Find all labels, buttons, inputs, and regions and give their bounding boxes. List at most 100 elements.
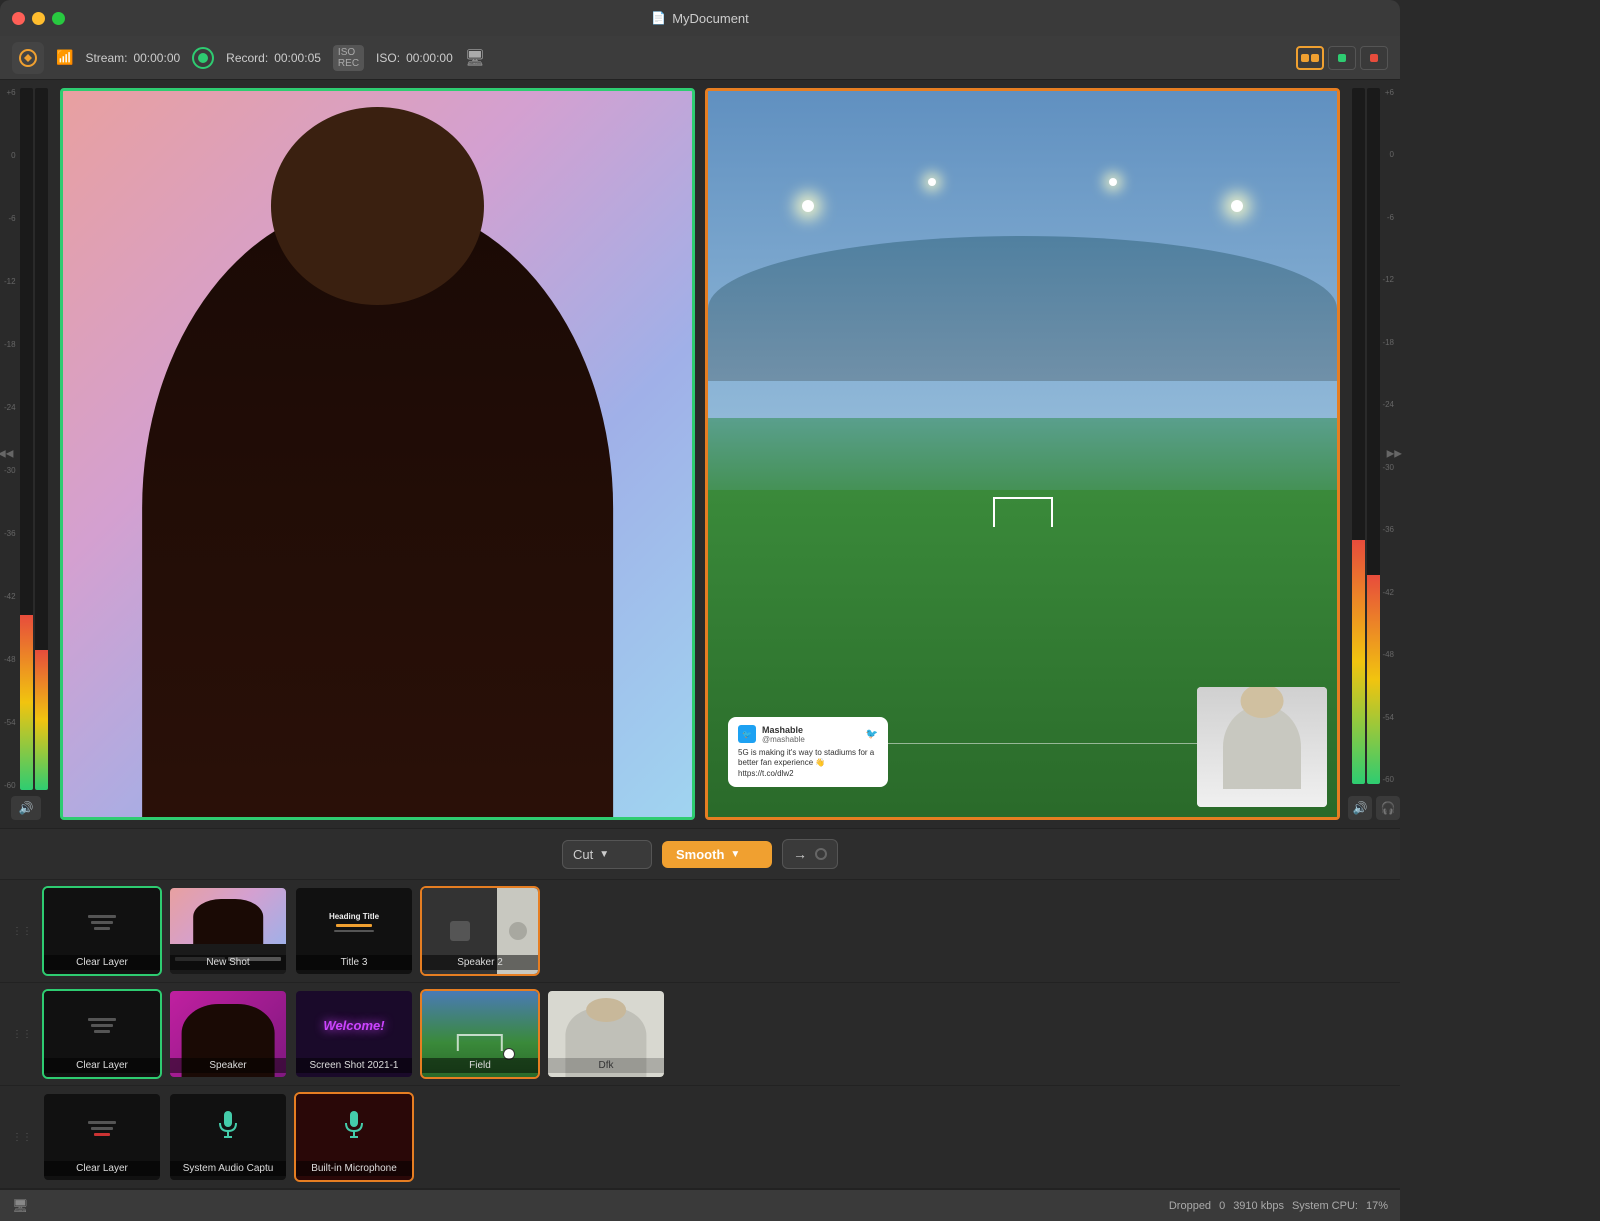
status-bar: 🖥 Dropped 0 3910 kbps System CPU: 17% <box>0 1189 1400 1221</box>
pvw-bg: 🐦 Mashable @mashable 🐦 5G is making it's… <box>708 91 1337 817</box>
toolbar-right <box>1296 46 1388 70</box>
person-body <box>142 200 614 817</box>
scene-card-new-shot[interactable]: New Shot <box>168 886 288 976</box>
row-handle-1[interactable]: ⋮⋮ <box>8 926 36 937</box>
vol-headphone-right[interactable]: 🎧 <box>1376 796 1400 820</box>
tweet-text: 5G is making it's way to stadiums for a … <box>738 748 878 779</box>
scene-card-field[interactable]: Field <box>420 989 540 1079</box>
cpu-label: System CPU: <box>1292 1200 1358 1212</box>
tweet-overlay: 🐦 Mashable @mashable 🐦 5G is making it's… <box>728 717 888 787</box>
maximize-button[interactable] <box>52 12 65 25</box>
collapse-left[interactable]: ◀◀ <box>0 449 13 460</box>
vol-bars-left: +6 0 -6 -12 -18 -24 -30 -36 -42 -48 -54 … <box>4 88 48 790</box>
scene-label-title-3: Title 3 <box>296 955 412 970</box>
scene-row-1: ⋮⋮ Clear Layer <box>0 880 1400 983</box>
vol-bar-right-2 <box>1367 88 1380 784</box>
vol-scale-right: +6 0 -6 -12 -18 -24 -30 -36 -42 -48 -54 … <box>1382 88 1396 784</box>
new-shot-bg: New Shot <box>170 888 286 974</box>
smooth-button[interactable]: Smooth ▼ <box>662 841 772 868</box>
scene-label-clear-2: Clear Layer <box>44 1058 160 1073</box>
pip-person-body <box>1223 705 1301 789</box>
dfk-head <box>586 998 627 1022</box>
row-handle-2[interactable]: ⋮⋮ <box>8 1029 36 1040</box>
scene-label-builtin-mic: Built-in Microphone <box>296 1161 412 1176</box>
stream-time: 00:00:00 <box>133 51 180 65</box>
tweet-source: Mashable <box>762 725 805 735</box>
collapse-right[interactable]: ▶▶ <box>1387 449 1402 460</box>
minimize-button[interactable] <box>32 12 45 25</box>
transition-arrow-btn[interactable]: → <box>782 839 838 869</box>
tweet-handle: @mashable <box>762 735 805 744</box>
cut-dropdown[interactable]: Cut ▼ <box>562 840 652 869</box>
vol-scale-left: +6 0 -6 -12 -18 -24 -30 -36 -42 -48 -54 … <box>4 88 18 790</box>
vol-bars-right: +6 0 -6 -12 -18 -24 -30 -36 -42 -48 -54 … <box>1352 88 1396 784</box>
scene-card-title-3[interactable]: Heading Title Title 3 <box>294 886 414 976</box>
scene-card-builtin-mic[interactable]: Built-in Microphone <box>294 1092 414 1182</box>
layers-icon-3 <box>88 1121 116 1136</box>
builtin-mic-bg: Built-in Microphone <box>296 1094 412 1180</box>
layers-icon-2 <box>88 1018 116 1033</box>
field-goal <box>457 1034 503 1051</box>
close-button[interactable] <box>12 12 25 25</box>
pip-face <box>1197 687 1327 807</box>
scene-card-bg: Clear Layer <box>44 888 160 974</box>
window-controls[interactable] <box>12 12 65 25</box>
preview-area: 🐦 Mashable @mashable 🐦 5G is making it's… <box>52 80 1348 828</box>
dropped-label: Dropped <box>1169 1200 1211 1212</box>
iso-text: ISOREC <box>338 47 359 69</box>
field-bg: Field <box>422 991 538 1077</box>
tweet-logo: 🐦 <box>738 725 756 743</box>
twitter-bird-icon: 🐦 <box>866 729 878 740</box>
app-logo[interactable] <box>12 42 44 74</box>
clear-layer-3-bg: Clear Layer <box>44 1094 160 1180</box>
scene-card-clear-layer-1[interactable]: Clear Layer <box>42 886 162 976</box>
title-bar: 📄 MyDocument <box>0 0 1400 36</box>
main-content: +6 0 -6 -12 -18 -24 -30 -36 -42 -48 -54 … <box>0 80 1400 828</box>
layers-icon <box>88 915 116 930</box>
title-card-content: Heading Title <box>323 904 385 940</box>
layout-btn-1[interactable] <box>1296 46 1324 70</box>
preview-pvw: 🐦 Mashable @mashable 🐦 5G is making it's… <box>705 88 1340 820</box>
scene-card-speaker-2[interactable]: Speaker 2 <box>420 886 540 976</box>
scene-card-dfk[interactable]: Dfk <box>546 989 666 1079</box>
monitor-icon[interactable]: 🖥 <box>465 48 485 68</box>
status-monitor-icon: 🖥 <box>12 1198 29 1214</box>
scene-label-clear-1: Clear Layer <box>44 955 160 970</box>
row-handle-3[interactable]: ⋮⋮ <box>8 1132 36 1143</box>
vol-bar-right-1 <box>1352 88 1365 784</box>
window-title: 📄 MyDocument <box>651 11 749 26</box>
smooth-label: Smooth <box>676 847 724 862</box>
pip-person-head <box>1241 687 1284 718</box>
sp2-placeholder <box>450 921 470 941</box>
wifi-icon: 📶 <box>56 49 73 66</box>
mic-icon-system <box>216 1111 240 1146</box>
scene-card-clear-layer-2[interactable]: Clear Layer <box>42 989 162 1079</box>
cut-label: Cut <box>573 847 593 862</box>
iso-badge: ISOREC <box>333 45 364 71</box>
mic-icon-builtin <box>342 1111 366 1146</box>
title-3-bg: Heading Title Title 3 <box>296 888 412 974</box>
chevron-down-icon: ▼ <box>599 849 609 860</box>
vol-bar-left-2 <box>35 88 48 790</box>
layout-btn-2[interactable] <box>1328 46 1356 70</box>
layout-btn-3[interactable] <box>1360 46 1388 70</box>
dot-yellow <box>1301 54 1309 62</box>
scene-card-screenshot[interactable]: Welcome! Screen Shot 2021-1 <box>294 989 414 1079</box>
person-head <box>271 107 483 304</box>
kbps-label: 3910 kbps <box>1233 1200 1284 1212</box>
scene-label-screenshot: Screen Shot 2021-1 <box>296 1058 412 1073</box>
record-indicator[interactable] <box>192 47 214 69</box>
vol-speaker-right[interactable]: 🔊 <box>1348 796 1372 820</box>
scene-label-speaker-2: Speaker 2 <box>422 955 538 970</box>
record-status: Record: 00:00:05 <box>226 51 321 65</box>
scene-card-clear-layer-3[interactable]: Clear Layer <box>42 1092 162 1182</box>
vol-mute-left[interactable]: 🔊 <box>11 796 41 820</box>
clear-layer-2-bg: Clear Layer <box>44 991 160 1077</box>
scene-label-clear-3: Clear Layer <box>44 1161 160 1176</box>
sp2-person-icon <box>509 922 527 940</box>
scene-card-system-audio[interactable]: System Audio Captu <box>168 1092 288 1182</box>
window-title-text: MyDocument <box>672 11 749 26</box>
vol-meter-left: +6 0 -6 -12 -18 -24 -30 -36 -42 -48 -54 … <box>0 80 52 828</box>
stream-label: Stream: <box>85 51 127 65</box>
scene-card-speaker[interactable]: Speaker <box>168 989 288 1079</box>
